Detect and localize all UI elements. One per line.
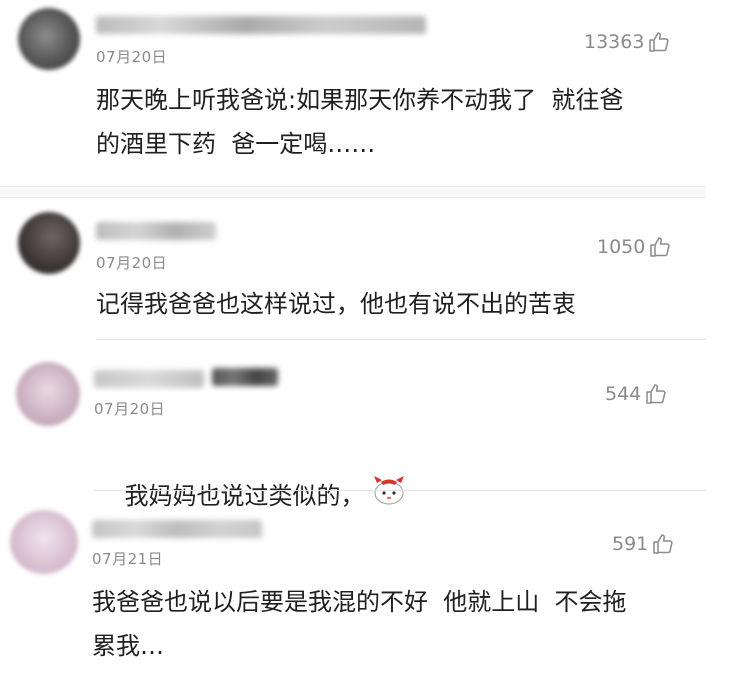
username-blurred[interactable] [94,370,204,388]
thumbs-up-icon [648,235,672,259]
comment-text: 我爸爸也说以后要是我混的不好 他就上山 不会拖 累我… [92,588,627,660]
comment-item: 07月20日 1050 记得我爸爸也这样说过，他也有说不出的苦衷 [0,200,749,340]
comment-item: 07月20日 544 我妈妈也说过类似的， [0,350,749,510]
comment-text: 那天晚上听我爸说:如果那天你养不动我了 就往爸 的酒里下药 爸一定喝…… [96,86,624,158]
comment-date: 07月21日 [92,550,164,568]
thumbs-up-icon [651,532,675,556]
like-button[interactable]: 1050 [597,235,672,259]
divider [96,339,706,340]
username-blurred[interactable] [212,368,278,386]
username-blurred[interactable] [96,16,426,34]
like-button[interactable]: 13363 [584,30,671,54]
like-count: 13363 [584,31,645,53]
comment-text: 记得我爸爸也这样说过，他也有说不出的苦衷 [96,290,576,318]
avatar[interactable] [16,362,80,426]
divider [94,490,706,491]
avatar[interactable] [18,8,80,70]
avatar[interactable] [10,510,78,574]
like-count: 1050 [597,236,646,258]
comment-item: 07月21日 591 我爸爸也说以后要是我混的不好 他就上山 不会拖 累我… [0,500,749,677]
comment-date: 07月20日 [96,254,168,272]
like-count: 591 [612,533,649,555]
username-blurred[interactable] [96,222,216,240]
username-blurred[interactable] [92,520,262,538]
comment-date: 07月20日 [96,48,168,66]
comment-item: 07月20日 13363 那天晚上听我爸说:如果那天你养不动我了 就往爸 的酒里… [0,0,749,190]
like-button[interactable]: 591 [612,532,675,556]
divider [0,186,706,198]
thumbs-up-icon [647,30,671,54]
like-count: 544 [605,383,642,405]
avatar[interactable] [18,212,80,274]
comment-date: 07月20日 [94,400,166,418]
thumbs-up-icon [644,382,668,406]
like-button[interactable]: 544 [605,382,668,406]
